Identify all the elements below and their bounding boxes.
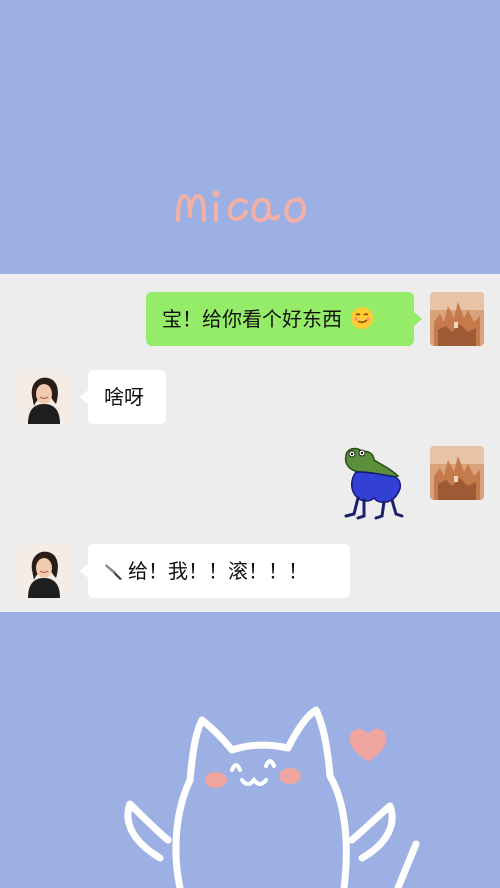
message-bubble-received[interactable]: 给！我！！滚！！！ [88,544,350,598]
friend-avatar[interactable] [16,370,70,424]
message-text: 啥呀 [104,385,144,409]
castle-avatar-image [430,446,484,500]
message-text: 宝！给你看个好东西 [162,307,342,331]
knife-icon [105,564,122,580]
bubble-tail [80,390,88,404]
bubble-tail [80,564,88,578]
heart-doodle [349,728,387,762]
frog-sticker[interactable] [340,446,410,522]
message-text: 给！我！！滚！！！ [128,559,308,583]
bubble-tail [414,312,422,326]
my-avatar[interactable] [430,292,484,346]
message-bubble-sent[interactable]: 宝！给你看个好东西 [146,292,414,346]
smirk-emoji [351,307,374,329]
miao-handwriting [176,190,306,223]
message-bubble-received[interactable]: 啥呀 [88,370,166,424]
girl-avatar-image [16,370,70,424]
girl-avatar-image [16,544,70,598]
castle-avatar-image [430,292,484,346]
my-avatar[interactable] [430,446,484,500]
friend-avatar[interactable] [16,544,70,598]
